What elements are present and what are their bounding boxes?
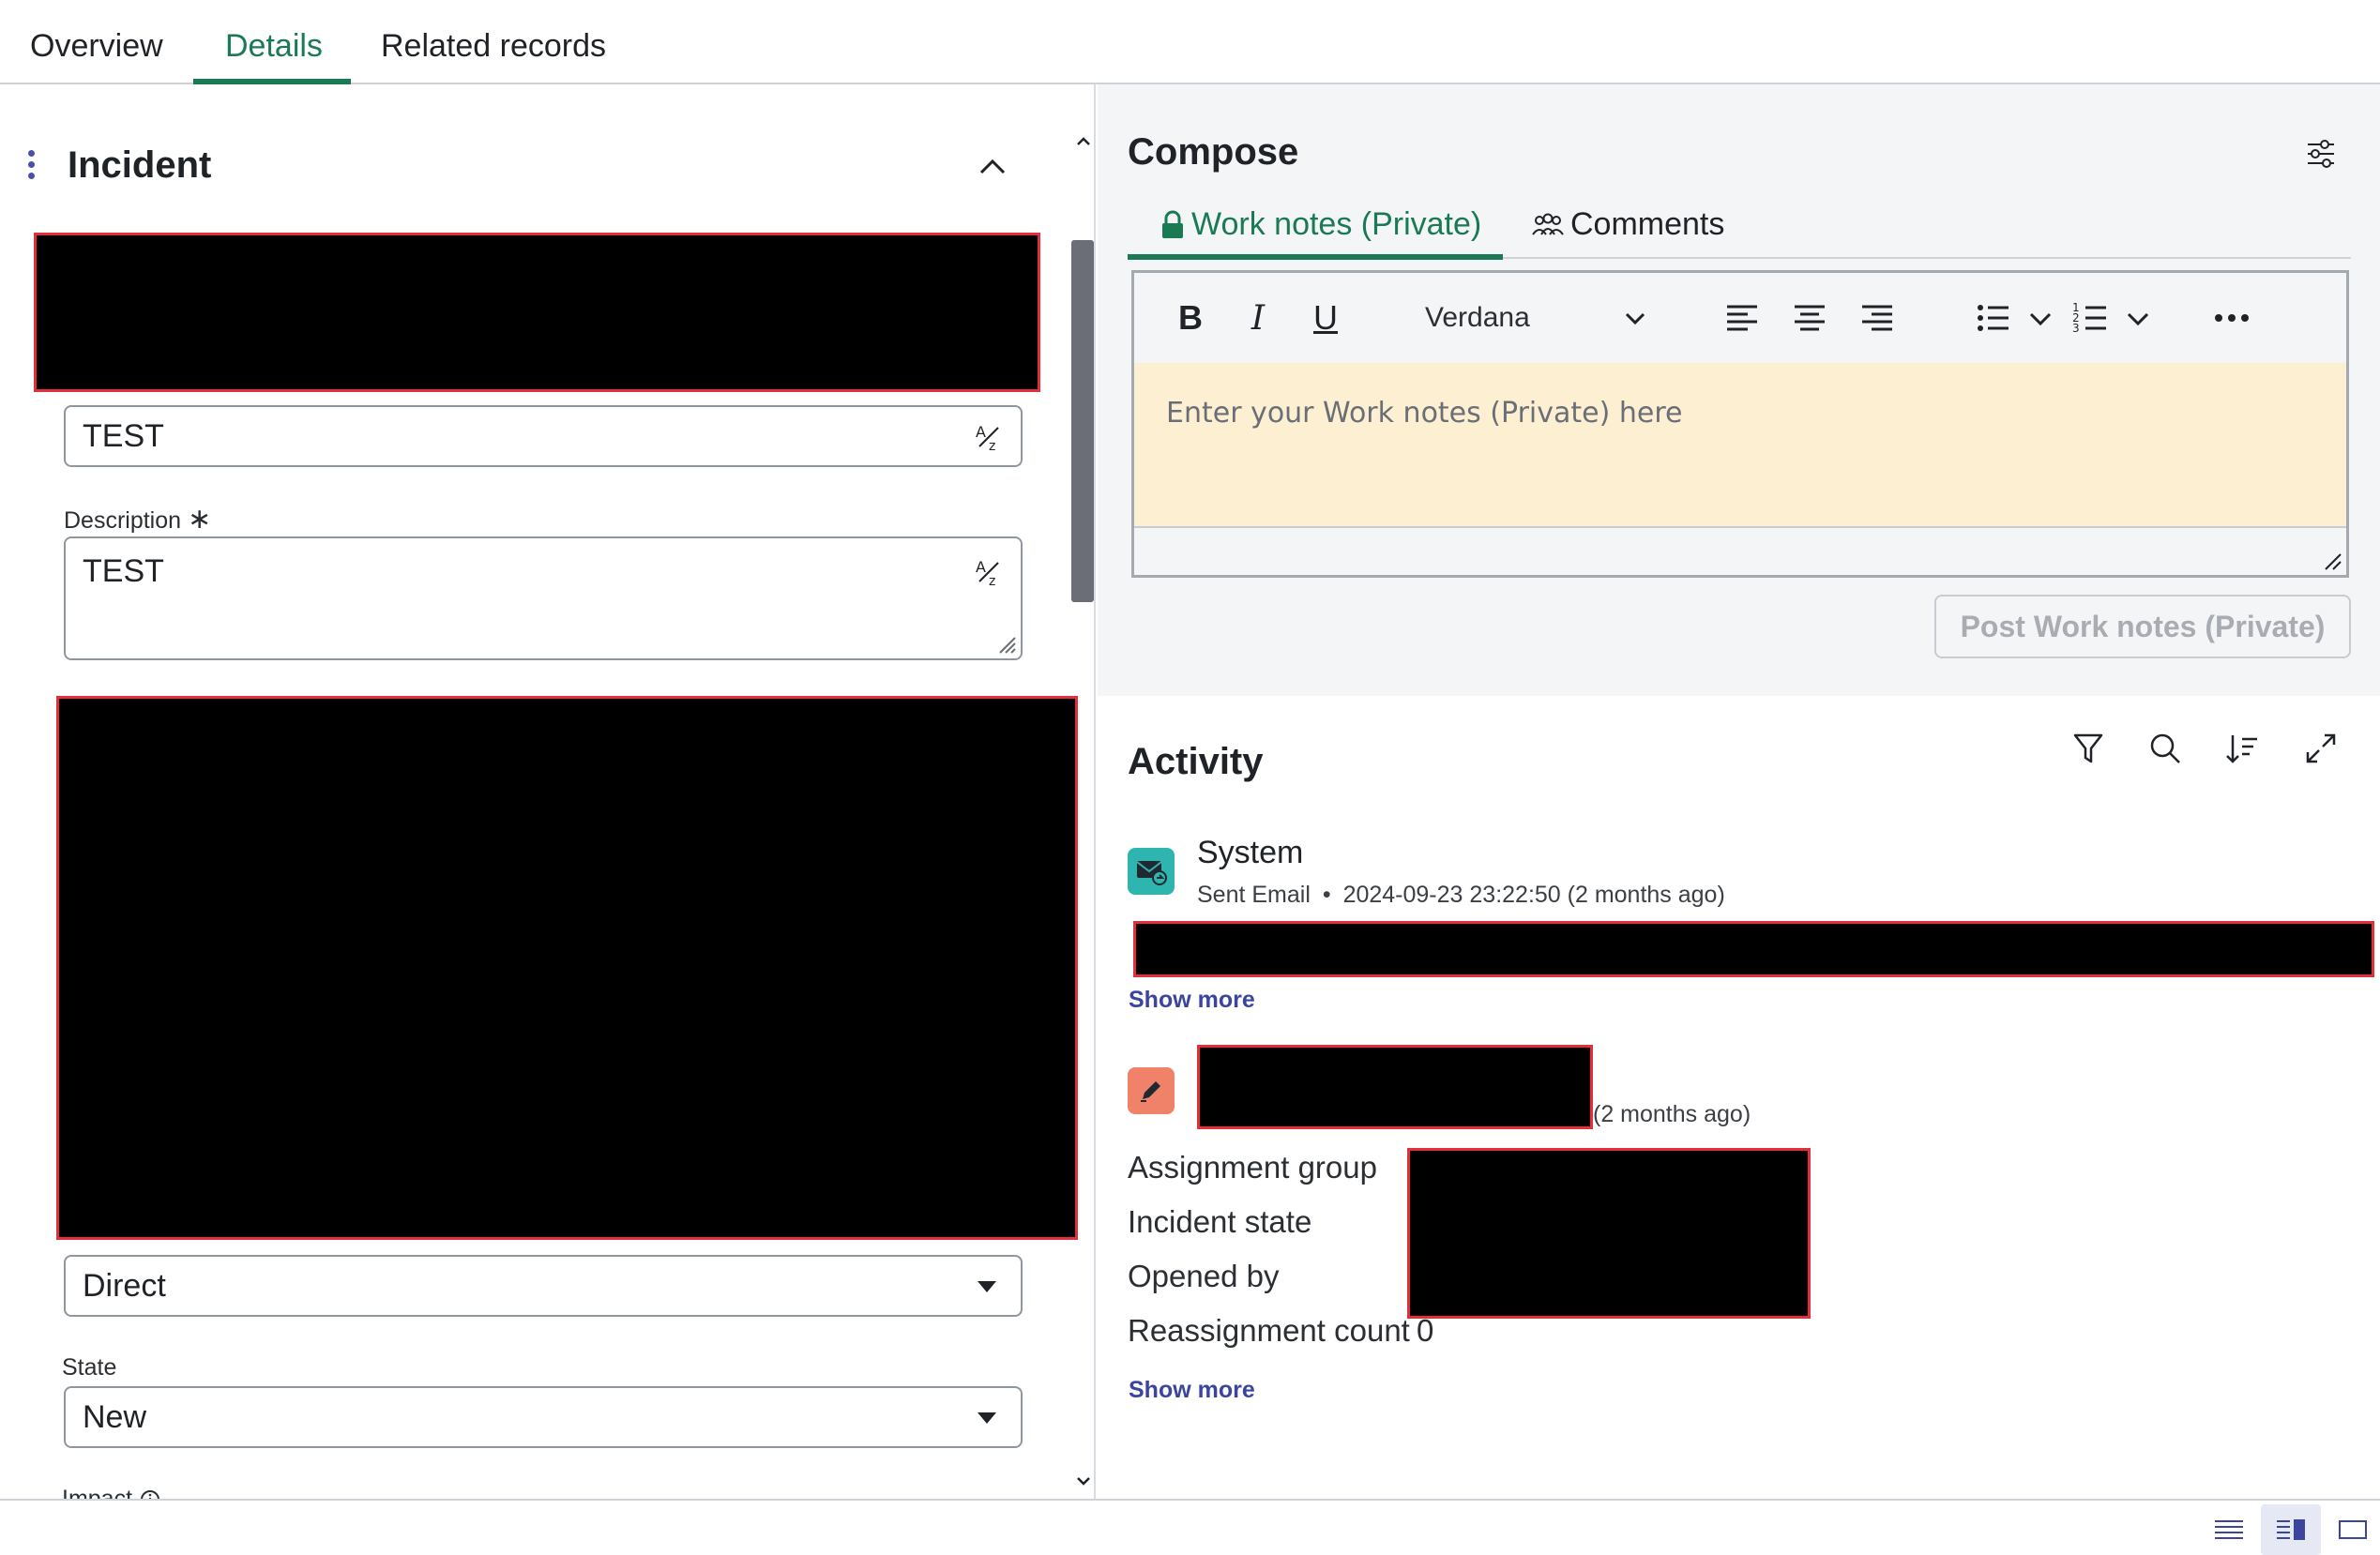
bold-icon[interactable]: B	[1172, 297, 1209, 339]
tab-work-notes[interactable]: Work notes (Private)	[1160, 206, 1481, 243]
chevron-down-icon[interactable]	[2125, 297, 2151, 339]
email-icon	[1128, 848, 1175, 895]
work-notes-textarea[interactable]: Enter your Work notes (Private) here	[1134, 363, 2346, 526]
bulleted-list-icon[interactable]	[1975, 297, 2012, 339]
search-icon[interactable]	[2146, 730, 2184, 767]
entry-author: System	[1197, 835, 1304, 870]
field-opened-by-label: Opened by	[1128, 1259, 1280, 1293]
description-label-text: Description	[64, 507, 182, 534]
svg-text:A: A	[976, 558, 986, 576]
tab-comments-label: Comments	[1570, 206, 1725, 242]
more-horizontal-icon[interactable]	[2211, 297, 2252, 339]
short-description-input[interactable]: TEST A z	[64, 405, 1023, 467]
description-textarea[interactable]: TEST A z	[64, 536, 1023, 660]
work-notes-placeholder: Enter your Work notes (Private) here	[1166, 397, 1683, 430]
spellcheck-icon[interactable]: A z	[974, 557, 1004, 587]
align-center-icon[interactable]	[1791, 297, 1828, 339]
spellcheck-icon[interactable]: A z	[974, 422, 1004, 452]
field-assignment-group-label: Assignment group	[1128, 1150, 1377, 1185]
editor-statusbar	[1134, 526, 2346, 575]
field-reassignment-count-label: Reassignment count	[1128, 1313, 1410, 1348]
resize-handle-icon[interactable]	[2322, 551, 2342, 571]
font-family-value: Verdana	[1425, 302, 1530, 333]
state-label: State	[62, 1354, 117, 1381]
lock-icon	[1162, 210, 1183, 238]
editor-toolbar: B I U Verdana 1 2 3	[1134, 273, 2346, 363]
svg-text:3: 3	[2072, 322, 2080, 335]
tab-overview[interactable]: Overview	[30, 28, 163, 65]
sort-icon[interactable]	[2223, 730, 2261, 767]
record-tabs: Overview Details Related records	[0, 0, 2380, 84]
filter-icon[interactable]	[2069, 730, 2107, 767]
rich-text-editor: B I U Verdana 1 2 3 Enter your Work note…	[1131, 270, 2349, 578]
description-value: TEST	[83, 553, 164, 589]
svg-text:z: z	[989, 574, 995, 587]
tab-details[interactable]: Details	[225, 28, 323, 65]
align-right-icon[interactable]	[1858, 297, 1896, 339]
post-work-notes-button[interactable]: Post Work notes (Private)	[1934, 595, 2351, 658]
redacted-region	[34, 233, 1040, 392]
scrollbar-thumb[interactable]	[1071, 240, 1094, 602]
section-title: Incident	[68, 144, 212, 186]
tab-work-notes-label: Work notes (Private)	[1191, 206, 1482, 242]
list-view-icon[interactable]	[2199, 1504, 2259, 1555]
channel-value: Direct	[83, 1268, 166, 1304]
people-icon	[1532, 213, 1564, 235]
redacted-region	[1133, 921, 2374, 977]
tab-related-records[interactable]: Related records	[381, 28, 606, 65]
redacted-region	[1197, 1045, 1593, 1129]
entry-type: Sent Email	[1197, 882, 1311, 908]
show-more-link[interactable]: Show more	[1129, 1377, 1255, 1404]
required-icon: ∗	[188, 504, 212, 535]
chevron-down-icon[interactable]	[2027, 297, 2054, 339]
channel-select[interactable]: Direct	[64, 1255, 1023, 1317]
expand-icon[interactable]	[2302, 730, 2340, 767]
impact-label: Impact	[62, 1486, 161, 1499]
caret-down-icon	[978, 1281, 996, 1292]
svg-text:A: A	[976, 423, 986, 441]
activity-panel: Activity System Sent Email • 2024-09-23 …	[1098, 696, 2380, 1499]
more-options-icon[interactable]	[26, 150, 38, 184]
redacted-region	[1407, 1148, 1811, 1319]
description-label: Description ∗	[64, 503, 211, 536]
entry-timestamp: 2024-09-23 23:22:50 (2 months ago)	[1342, 882, 1725, 908]
scroll-down-icon[interactable]	[1075, 1472, 1092, 1489]
activity-title: Activity	[1128, 741, 1264, 782]
meta-separator: •	[1322, 882, 1331, 908]
pencil-icon	[1128, 1067, 1175, 1114]
view-mode-bar	[0, 1499, 2380, 1555]
font-family-select[interactable]: Verdana	[1425, 295, 1660, 340]
field-incident-state-label: Incident state	[1128, 1204, 1312, 1239]
chevron-up-icon[interactable]	[976, 150, 1009, 184]
compose-title: Compose	[1128, 131, 1299, 173]
italic-icon[interactable]: I	[1239, 297, 1277, 339]
state-select[interactable]: New	[64, 1386, 1023, 1448]
single-view-icon[interactable]	[2323, 1504, 2380, 1555]
scroll-up-icon[interactable]	[1075, 133, 1092, 150]
underline-icon[interactable]: U	[1307, 297, 1344, 339]
align-left-icon[interactable]	[1723, 297, 1761, 339]
chevron-down-icon	[1625, 312, 1645, 325]
numbered-list-icon[interactable]: 1 2 3	[2072, 297, 2110, 339]
active-compose-tab-indicator	[1128, 254, 1503, 260]
show-more-link[interactable]: Show more	[1129, 987, 1255, 1014]
split-view-icon[interactable]	[2261, 1504, 2321, 1555]
short-description-value: TEST	[83, 418, 164, 454]
state-value: New	[83, 1399, 147, 1435]
impact-label-text: Impact	[62, 1486, 133, 1499]
redacted-region	[56, 696, 1078, 1240]
entry-relative-time: (2 months ago)	[1593, 1101, 1751, 1127]
tab-comments[interactable]: Comments	[1531, 206, 1724, 243]
caret-down-icon	[978, 1412, 996, 1424]
sliders-icon[interactable]	[2302, 135, 2340, 173]
svg-text:z: z	[989, 439, 995, 452]
compose-panel: Compose Work notes (Private) Comments B …	[1098, 84, 2380, 696]
record-form-panel: Incident TEST A z Description ∗ TEST A z	[0, 84, 1096, 1499]
resize-handle-icon[interactable]	[996, 634, 1017, 655]
entry-meta: Sent Email • 2024-09-23 23:22:50 (2 mont…	[1197, 882, 1725, 909]
info-icon[interactable]	[139, 1488, 161, 1499]
